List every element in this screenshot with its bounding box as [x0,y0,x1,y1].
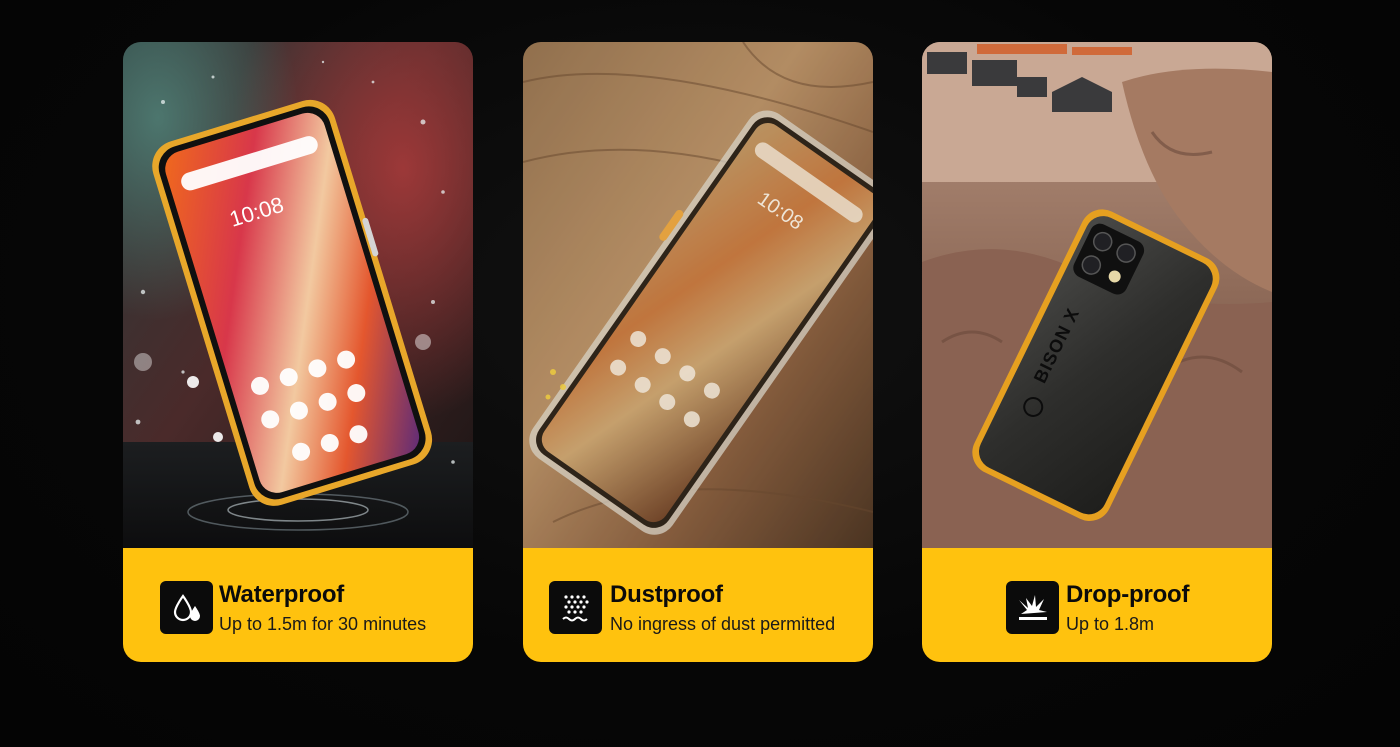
dustproof-caption: Dustproof No ingress of dust permitted [523,548,873,662]
impact-burst-icon [1006,581,1059,634]
waterproof-caption: Waterproof Up to 1.5m for 30 minutes [123,548,473,662]
feature-title: Dustproof [610,581,723,608]
water-drops-icon [160,581,213,634]
waterproof-photo: 10:08 [123,42,473,548]
dropproof-photo: BISON X [922,42,1272,548]
feature-card-dustproof: 10:08 Dustproof No ingress of dust permi… [523,42,873,662]
feature-card-dropproof: BISON X Drop-proof Up to 1.8m [922,42,1272,662]
dustproof-photo: 10:08 [523,42,873,548]
feature-card-waterproof: 10:08 Waterproof Up to 1.5m for 30 minut… [123,42,473,662]
page-background: 10:08 Waterproof Up to 1.5m for 30 minut… [0,0,1400,747]
dust-particles-icon [549,581,602,634]
feature-subtitle: Up to 1.5m for 30 minutes [219,614,427,634]
feature-title: Drop-proof [1066,581,1190,608]
feature-subtitle: No ingress of dust permitted [610,614,836,634]
feature-title: Waterproof [219,581,345,608]
feature-subtitle: Up to 1.8m [1066,614,1155,634]
dropproof-caption: Drop-proof Up to 1.8m [922,548,1272,662]
